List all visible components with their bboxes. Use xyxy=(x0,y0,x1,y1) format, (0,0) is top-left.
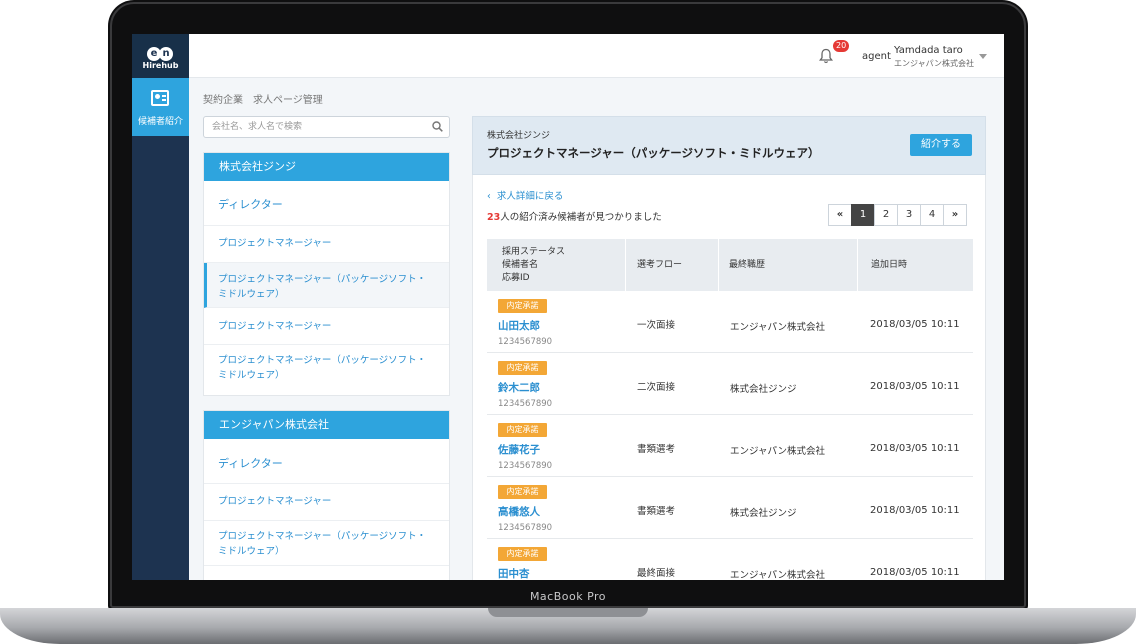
added-date: 2018/03/05 10:11 xyxy=(870,505,960,516)
table-row[interactable]: 内定承諾 佐藤花子 1234567890 書類選考 エンジャパン株式会社 201… xyxy=(487,415,973,477)
company-header[interactable]: エンジャパン株式会社 xyxy=(204,411,449,439)
status-badge: 内定承諾 xyxy=(498,547,547,561)
job-link[interactable]: プロジェクトマネージャー xyxy=(204,308,449,345)
application-id: 1234567890 xyxy=(498,399,553,409)
sidebar-item-candidate-referral[interactable]: 候補者紹介 xyxy=(132,78,189,136)
application-id: 1234567890 xyxy=(498,337,553,347)
company-group-jinji: 株式会社ジンジ ディレクター プロジェクトマネージャー プロジェクトマネージャー… xyxy=(203,152,450,396)
job-link[interactable]: プロジェクトマネージャー（パッケージソフト・ミドルウェア） xyxy=(204,345,449,395)
user-company: エンジャパン株式会社 xyxy=(894,59,974,68)
column-header-added: 追加日時 xyxy=(871,260,908,270)
job-link[interactable]: ディレクター xyxy=(204,439,449,484)
company-group-enjapan: エンジャパン株式会社 ディレクター プロジェクトマネージャー プロジェクトマネー… xyxy=(203,410,450,580)
status-badge: 内定承諾 xyxy=(498,485,547,499)
laptop-notch xyxy=(488,608,648,617)
pager-first-button[interactable]: « xyxy=(828,204,852,226)
candidate-name-link[interactable]: 佐藤花子 xyxy=(498,442,540,457)
pager-page-2[interactable]: 2 xyxy=(874,204,898,226)
en-logo-mark: en xyxy=(147,41,175,61)
table-row[interactable]: 内定承諾 高橋悠人 1234567890 書類選考 株式会社ジンジ 2018/0… xyxy=(487,477,973,539)
id-card-icon xyxy=(151,90,169,106)
user-role: agent xyxy=(862,51,891,62)
candidates-panel: ‹ 求人詳細に戻る 23人の紹介済み候補者が見つかりました « 1 2 3 4 »… xyxy=(472,175,986,580)
pager-page-3[interactable]: 3 xyxy=(897,204,921,226)
job-link[interactable]: プロジェクトマネージャー xyxy=(204,226,449,263)
status-badge: 内定承諾 xyxy=(498,361,547,375)
column-header-flow: 選考フロー xyxy=(637,260,683,270)
table-row[interactable]: 内定承諾 田中杏 1234567890 最終面接 エンジャパン株式会社 2018… xyxy=(487,539,973,580)
application-id: 1234567890 xyxy=(498,461,553,471)
chevron-down-icon[interactable] xyxy=(979,54,987,59)
candidate-name-link[interactable]: 鈴木二郎 xyxy=(498,380,540,395)
sidebar-item-label: 候補者紹介 xyxy=(137,117,183,127)
job-link[interactable]: ディレクター xyxy=(204,181,449,226)
company-header[interactable]: 株式会社ジンジ xyxy=(204,153,449,181)
hirehub-logo[interactable]: en Hirehub xyxy=(132,34,189,78)
device-label: MacBook Pro xyxy=(529,590,607,603)
table-row[interactable]: 内定承諾 山田太郎 1234567890 一次面接 エンジャパン株式会社 201… xyxy=(487,291,973,353)
selection-flow: 書類選考 xyxy=(637,506,676,517)
added-date: 2018/03/05 10:11 xyxy=(870,443,960,454)
last-job: 株式会社ジンジ xyxy=(730,508,797,519)
search-input[interactable] xyxy=(212,117,422,137)
column-header-last-job: 最終職歴 xyxy=(729,260,766,270)
column-divider xyxy=(718,239,719,291)
job-link-selected[interactable]: プロジェクトマネージャー（パッケージソフト・ミドルウェア） xyxy=(204,263,449,308)
candidate-name-link[interactable]: 山田太郎 xyxy=(498,318,540,333)
candidate-name-link[interactable]: 高橋悠人 xyxy=(498,504,540,519)
table-header: 採用ステータス 候補者名 応募ID 選考フロー 最終職歴 追加日時 xyxy=(487,239,973,291)
results-count: 23 xyxy=(487,212,501,223)
top-bar: 20 agent Yamdada taro エンジャパン株式会社 xyxy=(189,34,1004,78)
pagination: « 1 2 3 4 » xyxy=(828,204,967,226)
bell-icon[interactable] xyxy=(819,48,833,64)
job-header: 株式会社ジンジ プロジェクトマネージャー（パッケージソフト・ミドルウェア） 紹介… xyxy=(472,116,986,175)
results-count-text: 23人の紹介済み候補者が見つかりました xyxy=(487,212,662,223)
search-box[interactable] xyxy=(203,116,450,138)
selection-flow: 書類選考 xyxy=(637,444,676,455)
chevron-left-icon: ‹ xyxy=(487,191,491,202)
added-date: 2018/03/05 10:11 xyxy=(870,319,960,330)
column-divider xyxy=(857,239,858,291)
selection-flow: 最終面接 xyxy=(637,568,676,579)
screen: en Hirehub 候補者紹介 20 agent Yamdada taro エ… xyxy=(132,34,1004,580)
selection-flow: 二次面接 xyxy=(637,382,676,393)
pager-page-4[interactable]: 4 xyxy=(920,204,944,226)
last-job: 株式会社ジンジ xyxy=(730,384,797,395)
notification-badge: 20 xyxy=(833,40,850,52)
status-badge: 内定承諾 xyxy=(498,299,547,313)
search-icon[interactable] xyxy=(432,121,443,132)
column-divider xyxy=(625,239,626,291)
introduce-button[interactable]: 紹介する xyxy=(910,134,972,156)
last-job: エンジャパン株式会社 xyxy=(730,446,826,457)
job-company: 株式会社ジンジ xyxy=(487,131,551,141)
sidebar: en Hirehub 候補者紹介 xyxy=(132,34,189,580)
user-name[interactable]: Yamdada taro xyxy=(894,45,963,56)
pager-page-1[interactable]: 1 xyxy=(851,204,875,226)
added-date: 2018/03/05 10:11 xyxy=(870,381,960,392)
logo-text: Hirehub xyxy=(142,61,179,70)
application-id: 1234567890 xyxy=(498,523,553,533)
last-job: エンジャパン株式会社 xyxy=(730,322,826,333)
candidate-name-link[interactable]: 田中杏 xyxy=(498,566,530,580)
status-badge: 内定承諾 xyxy=(498,423,547,437)
breadcrumb: 契約企業 求人ページ管理 xyxy=(203,95,323,106)
pager-last-button[interactable]: » xyxy=(943,204,967,226)
job-title: プロジェクトマネージャー（パッケージソフト・ミドルウェア） xyxy=(487,146,820,160)
selection-flow: 一次面接 xyxy=(637,320,676,331)
last-job: エンジャパン株式会社 xyxy=(730,570,826,580)
back-to-job-link[interactable]: ‹ 求人詳細に戻る xyxy=(487,188,563,202)
added-date: 2018/03/05 10:11 xyxy=(870,567,960,578)
job-link[interactable]: プロジェクトマネージャー xyxy=(204,484,449,521)
job-link[interactable]: プロジェクトマネージャー（パッケージソフト・ミドルウェア） xyxy=(204,521,449,566)
table-row[interactable]: 内定承諾 鈴木二郎 1234567890 二次面接 株式会社ジンジ 2018/0… xyxy=(487,353,973,415)
